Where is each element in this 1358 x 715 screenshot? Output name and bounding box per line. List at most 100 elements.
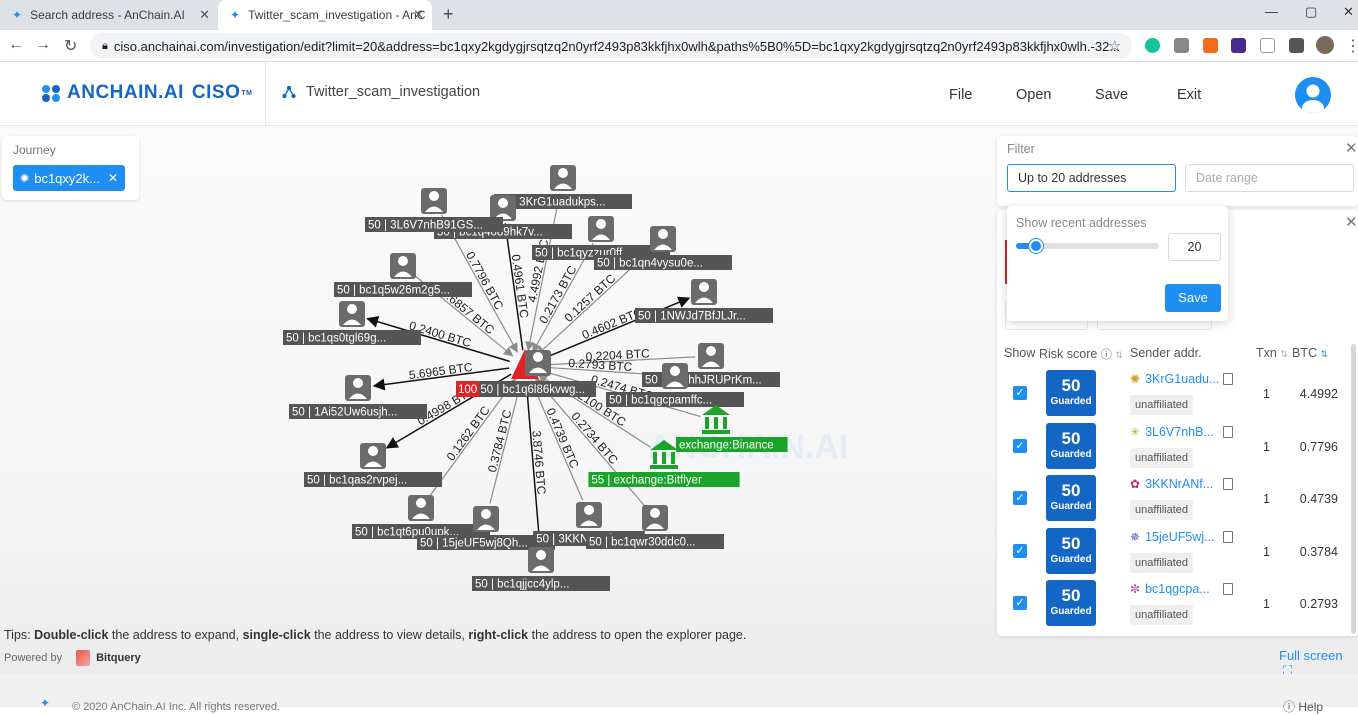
anchain-logo-icon bbox=[42, 85, 60, 102]
person-icon-head bbox=[596, 219, 606, 229]
risk-score-column-header[interactable]: Risk score ⓘ ⇅ bbox=[1039, 346, 1123, 362]
risk-score-badge: 50 Guarded bbox=[1046, 422, 1096, 469]
table-row[interactable]: ✓ 50 Guarded ✼ bc1qgcpa... unaffiliated … bbox=[997, 580, 1358, 632]
sender-address-link[interactable]: ✳ 3L6V7nhB... bbox=[1130, 425, 1214, 439]
date-range-input[interactable]: Date range bbox=[1185, 164, 1354, 192]
affiliation-tag: unaffiliated bbox=[1130, 500, 1194, 520]
minimize-icon[interactable]: — bbox=[1265, 4, 1278, 19]
address-avatar-icon: ✿ bbox=[1130, 477, 1141, 491]
header-divider bbox=[265, 62, 266, 126]
btc-column-header[interactable]: BTC ⇅ bbox=[1292, 346, 1328, 360]
address-node[interactable]: 50 | bc1qs0tgl69g... bbox=[283, 301, 421, 345]
show-checkbox[interactable]: ✓ bbox=[1013, 491, 1027, 505]
anchain-footer-logo-icon: ✦ bbox=[40, 696, 51, 710]
copy-icon[interactable] bbox=[1223, 373, 1233, 385]
node-label: 50 | 1Ai52Uw6usjh... bbox=[292, 407, 397, 419]
address-node[interactable]: 50 | bc1qt6pu0upk... bbox=[352, 495, 490, 539]
recent-addresses-label: Show recent addresses bbox=[1016, 216, 1147, 230]
exit-menu[interactable]: Exit bbox=[1177, 87, 1201, 103]
extension-icon[interactable] bbox=[1174, 38, 1189, 53]
transaction-graph[interactable]: ANCHAIN.AI 4.4992 BTC0.4961 BTC0.7796 BT… bbox=[0, 126, 1000, 626]
node-label: 50 | bc1qs0tgl69g... bbox=[286, 333, 386, 345]
sender-address: bc1qgcpa... bbox=[1145, 582, 1210, 596]
grammarly-extension-icon[interactable] bbox=[1145, 38, 1160, 53]
table-row[interactable]: ✓ 50 Guarded ✿ 3KKNrANf... unaffiliated … bbox=[997, 475, 1358, 527]
browser-tab-investigation[interactable]: ✦ Twitter_scam_investigation - AnC ✕ bbox=[218, 0, 432, 30]
show-checkbox[interactable]: ✓ bbox=[1013, 438, 1027, 453]
show-checkbox[interactable]: ✓ bbox=[1013, 386, 1027, 400]
sender-address-link[interactable]: ✺ 3KrG1uadu... bbox=[1130, 372, 1219, 386]
sort-icon[interactable]: ⇅ bbox=[1280, 349, 1288, 359]
risk-score-value: 50 bbox=[1061, 481, 1081, 500]
save-recent-button[interactable]: Save bbox=[1165, 284, 1221, 312]
sender-address-link[interactable]: ✼ bc1qgcpa... bbox=[1130, 582, 1210, 596]
tab-title: Twitter_scam_investigation - AnC bbox=[248, 8, 426, 22]
profile-avatar[interactable] bbox=[1316, 36, 1334, 54]
remove-chip-icon[interactable]: ✕ bbox=[108, 171, 118, 185]
sender-address-link[interactable]: ✿ 3KKNrANf... bbox=[1130, 477, 1213, 491]
file-menu[interactable]: File bbox=[949, 87, 972, 103]
address-bar[interactable]: 🔒︎ ciso.anchainai.com/investigation/edit… bbox=[90, 33, 1132, 59]
address-avatar-icon: ✺ bbox=[1130, 372, 1141, 386]
anchain-logo[interactable]: ANCHAIN.AI CISO TM bbox=[40, 82, 252, 104]
node-label: 50 | bc1qjjcc4ylp... bbox=[475, 579, 569, 591]
close-tab-icon[interactable]: ✕ bbox=[199, 7, 210, 23]
help-label: Help bbox=[1298, 700, 1324, 714]
slider-handle[interactable] bbox=[1029, 239, 1044, 253]
scrollbar[interactable] bbox=[1351, 344, 1356, 634]
address-node[interactable]: 50 | bc1qas2rvpej... bbox=[304, 443, 442, 487]
copy-icon[interactable] bbox=[1223, 425, 1233, 438]
btc-amount: 4.4992 bbox=[1299, 387, 1338, 401]
show-checkbox[interactable]: ✓ bbox=[1013, 543, 1027, 558]
close-window-icon[interactable]: ✕ bbox=[1343, 4, 1354, 20]
table-row[interactable]: ✓ 50 Guarded ✵ 15jeUF5wj... unaffiliated… bbox=[997, 527, 1358, 580]
extension-icon[interactable] bbox=[1231, 38, 1246, 53]
open-menu[interactable]: Open bbox=[1016, 87, 1051, 103]
table-row[interactable]: ✓ 50 Guarded ✳ 3L6V7nhB... unaffiliated … bbox=[997, 422, 1358, 475]
reload-icon[interactable]: ↻ bbox=[64, 36, 77, 56]
show-checkbox[interactable]: ✓ bbox=[1013, 596, 1027, 610]
browser-menu-icon[interactable]: ⋮ bbox=[1345, 36, 1358, 56]
sender-address-link[interactable]: ✵ 15jeUF5wj... bbox=[1130, 530, 1215, 544]
puzzle-extensions-icon[interactable] bbox=[1289, 38, 1304, 53]
address-node[interactable]: 50 | bc1q5w26m2g5... bbox=[334, 253, 472, 297]
forward-icon[interactable]: → bbox=[35, 36, 51, 54]
recent-addresses-count-input[interactable]: 20 bbox=[1168, 233, 1221, 261]
powered-by-label: Powered by bbox=[4, 652, 63, 664]
bitquery-brand[interactable]: Bitquery bbox=[96, 652, 141, 664]
user-avatar[interactable] bbox=[1295, 77, 1331, 113]
sort-icon[interactable]: ⇅ bbox=[1320, 349, 1328, 359]
close-filter-icon[interactable]: ✕ bbox=[1345, 139, 1358, 157]
close-tab-icon[interactable]: ✕ bbox=[413, 7, 424, 23]
table-row[interactable]: ✓ 50 Guarded ✺ 3KrG1uadu... unaffiliated… bbox=[997, 370, 1358, 422]
bitquery-logo-icon[interactable] bbox=[76, 650, 91, 666]
save-menu[interactable]: Save bbox=[1095, 87, 1128, 103]
new-tab-icon[interactable]: + bbox=[443, 4, 454, 25]
logo-trademark: TM bbox=[241, 89, 253, 97]
address-node[interactable]: 50 | 3L6V7nhB91GS... bbox=[365, 188, 503, 232]
maximize-icon[interactable]: ▢ bbox=[1305, 4, 1317, 20]
journey-label: Journey bbox=[13, 143, 56, 157]
date-range-placeholder: Date range bbox=[1196, 171, 1258, 185]
address-node[interactable]: 50 | bc1qwr30ddc0... bbox=[586, 505, 724, 549]
edge-amount-label: 3.8746 BTC bbox=[529, 430, 548, 495]
copy-icon[interactable] bbox=[1223, 530, 1233, 543]
recent-addresses-slider[interactable] bbox=[1016, 239, 1159, 253]
address-node[interactable]: 50 | 1NWJd7BfJLJr... bbox=[635, 279, 773, 323]
address-limit-select[interactable]: Up to 20 addresses bbox=[1007, 164, 1176, 192]
bookmark-star-icon[interactable]: ☆ bbox=[1108, 37, 1121, 55]
close-panel-icon[interactable]: ✕ bbox=[1345, 213, 1358, 231]
browser-tab-search[interactable]: ✦ Search address - AnChain.AI ✕ bbox=[0, 0, 218, 30]
address-avatar-icon: ✼ bbox=[1130, 582, 1141, 596]
graph-canvas[interactable]: ANCHAIN.AI 4.4992 BTC0.4961 BTC0.7796 BT… bbox=[0, 126, 1358, 678]
sort-icon[interactable]: ⇅ bbox=[1115, 350, 1123, 360]
shield-extension-icon[interactable] bbox=[1260, 38, 1275, 53]
extension-icon[interactable] bbox=[1203, 38, 1218, 53]
journey-chip[interactable]: ✺ bc1qxy2k... ✕ bbox=[13, 165, 125, 191]
copy-icon[interactable] bbox=[1223, 583, 1233, 595]
address-node[interactable]: 50 | bc1qjjcc4ylp... bbox=[472, 547, 610, 591]
back-icon[interactable]: ← bbox=[8, 36, 24, 54]
txn-column-header[interactable]: Txn ⇅ bbox=[1256, 346, 1288, 360]
info-icon[interactable]: ⓘ bbox=[1101, 349, 1112, 361]
copy-icon[interactable] bbox=[1223, 478, 1233, 490]
